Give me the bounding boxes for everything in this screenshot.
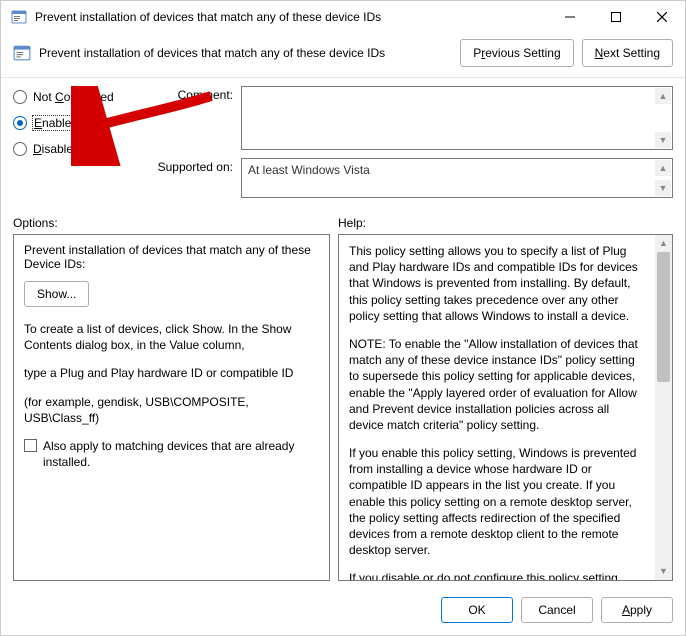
options-panel: Prevent installation of devices that mat… [13,234,330,581]
policy-header-icon [13,44,31,62]
comment-label: Comment: [153,86,241,102]
policy-header: Prevent installation of devices that mat… [1,33,685,78]
options-help-line2: type a Plug and Play hardware ID or comp… [24,365,319,381]
help-paragraph: If you disable or do not configure this … [349,570,644,581]
window-buttons [547,1,685,33]
section-labels: Options: Help: [1,210,685,232]
help-panel: This policy setting allows you to specif… [338,234,673,581]
scrollbar-thumb[interactable] [657,252,670,382]
maximize-button[interactable] [593,1,639,33]
next-setting-button[interactable]: Next Setting [582,39,673,67]
titlebar: Prevent installation of devices that mat… [1,1,685,33]
options-heading: Prevent installation of devices that mat… [24,243,319,271]
radio-label: Not Configured [33,90,114,104]
config-area: Not Configured Enabled Disabled Comment:… [1,78,685,210]
cancel-button[interactable]: Cancel [521,597,593,623]
scroll-down-icon[interactable]: ▼ [655,563,672,580]
supported-row: Supported on: At least Windows Vista ▲ ▼ [153,158,673,198]
help-section-label: Help: [338,216,366,230]
policy-title: Prevent installation of devices that mat… [39,46,452,60]
radio-label: Disabled [33,142,80,156]
show-button[interactable]: Show... [24,281,89,307]
scroll-down-icon[interactable]: ▼ [655,180,671,196]
radio-icon [13,116,27,130]
checkbox-icon [24,439,37,452]
window-title: Prevent installation of devices that mat… [35,10,547,24]
policy-icon [11,9,27,25]
radio-icon [13,142,27,156]
help-scrollbar[interactable]: ▲ ▼ [655,235,672,580]
help-paragraph: If you enable this policy setting, Windo… [349,445,644,558]
state-radio-group: Not Configured Enabled Disabled [13,86,141,206]
scroll-up-icon[interactable]: ▲ [655,160,671,176]
fields-column: Comment: ▲ ▼ Supported on: At least Wind… [153,86,673,206]
scroll-up-icon[interactable]: ▲ [655,235,672,252]
checkbox-label: Also apply to matching devices that are … [43,438,319,470]
dialog-footer: OK Cancel Apply [1,589,685,635]
radio-enabled[interactable]: Enabled [13,116,141,130]
supported-on-value: At least Windows Vista [248,163,370,177]
radio-icon [13,90,27,104]
scroll-up-icon[interactable]: ▲ [655,88,671,104]
minimize-button[interactable] [547,1,593,33]
radio-disabled[interactable]: Disabled [13,142,141,156]
radio-not-configured[interactable]: Not Configured [13,90,141,104]
ok-button[interactable]: OK [441,597,513,623]
help-content: This policy setting allows you to specif… [349,243,662,581]
comment-textarea[interactable]: ▲ ▼ [241,86,673,150]
policy-dialog-window: Prevent installation of devices that mat… [0,0,686,636]
options-section-label: Options: [13,216,338,230]
comment-row: Comment: ▲ ▼ [153,86,673,150]
options-help-line3: (for example, gendisk, USB\COMPOSITE, US… [24,394,319,426]
supported-scroll: ▲ ▼ [655,160,671,196]
scrollbar-track[interactable] [655,382,672,563]
comment-scroll: ▲ ▼ [655,88,671,148]
radio-label: Enabled [33,116,79,130]
help-paragraph: This policy setting allows you to specif… [349,243,644,324]
supported-on-box: At least Windows Vista ▲ ▼ [241,158,673,198]
also-apply-checkbox-row[interactable]: Also apply to matching devices that are … [24,438,319,470]
help-paragraph: NOTE: To enable the "Allow installation … [349,336,644,433]
supported-label: Supported on: [153,158,241,174]
close-button[interactable] [639,1,685,33]
options-help-line1: To create a list of devices, click Show.… [24,321,319,353]
panels-row: Prevent installation of devices that mat… [1,232,685,589]
apply-button[interactable]: Apply [601,597,673,623]
scroll-down-icon[interactable]: ▼ [655,132,671,148]
previous-setting-button[interactable]: Previous Setting [460,39,573,67]
